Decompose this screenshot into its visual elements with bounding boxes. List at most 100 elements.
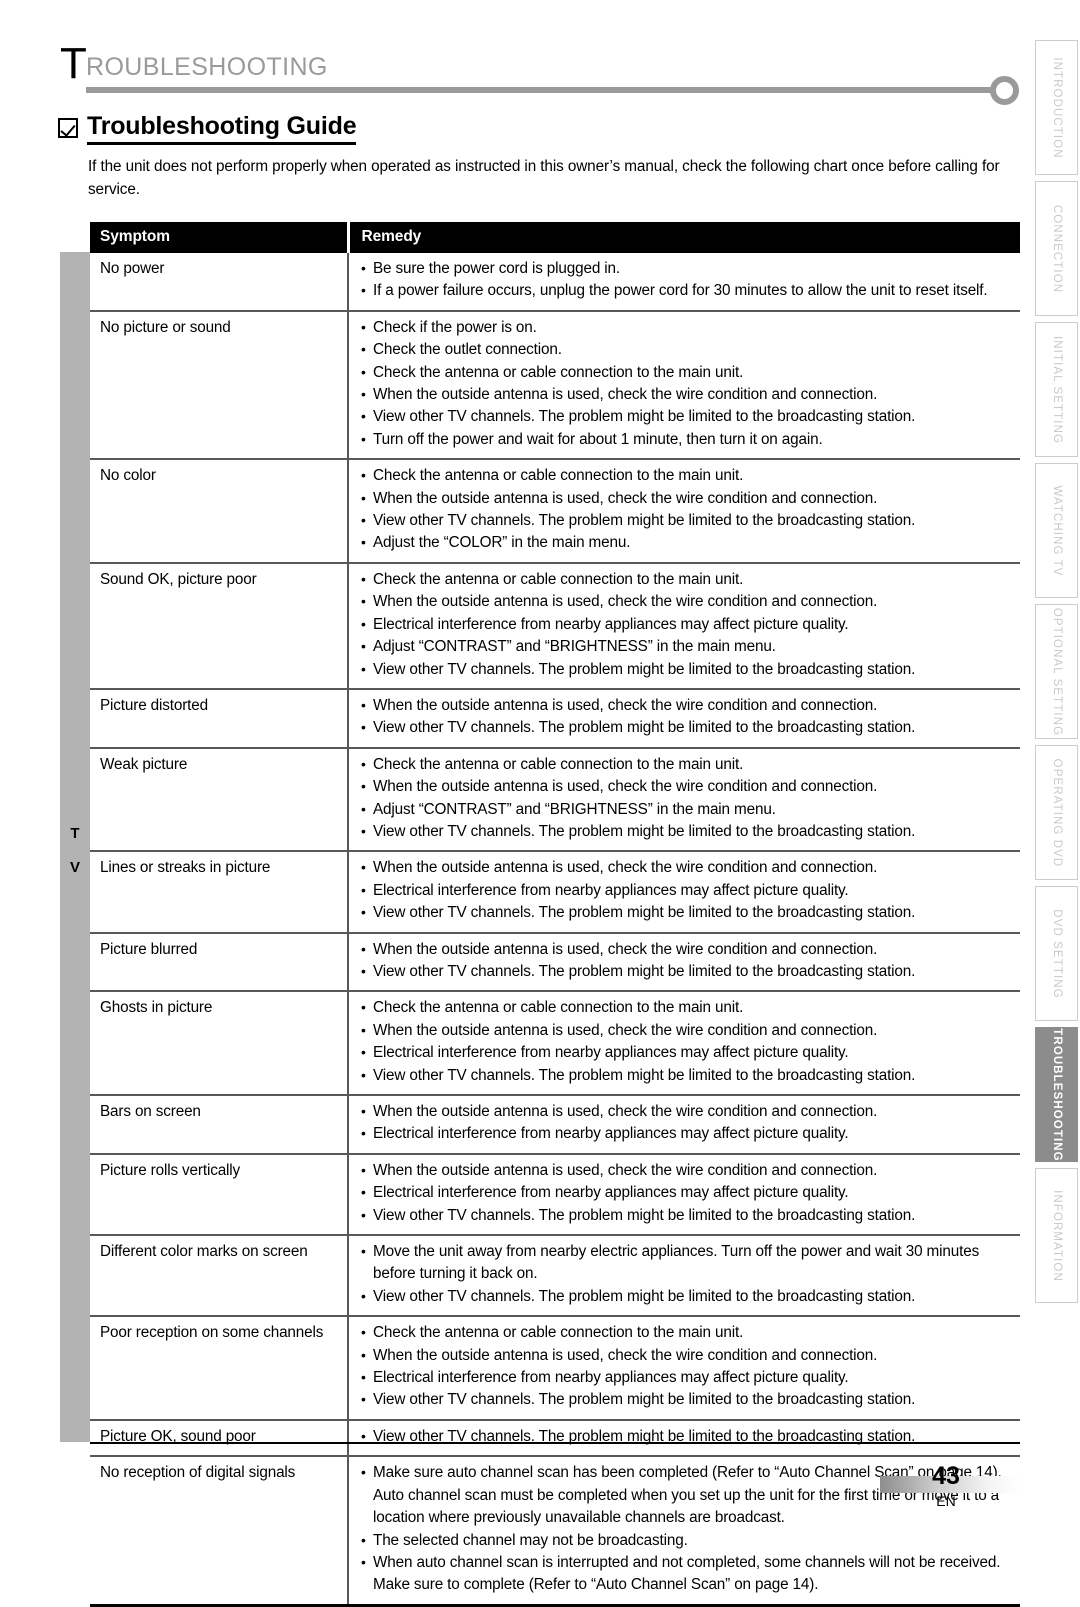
remedy-item: Electrical interference from nearby appl… (361, 1366, 1014, 1389)
remedy-item: View other TV channels. The problem migh… (361, 1285, 1014, 1308)
intro-paragraph: If the unit does not perform properly wh… (88, 158, 1000, 198)
page-number: 43 (932, 1462, 960, 1490)
remedy-item: Check the antenna or cable connection to… (361, 464, 1014, 487)
side-tab-label: OPTIONAL SETTING (1050, 607, 1063, 736)
remedy-list: When the outside antenna is used, check … (361, 1159, 1014, 1227)
symptom-cell: Bars on screen (90, 1095, 349, 1155)
side-strip-label-line1: T (70, 825, 80, 842)
remedy-list: When the outside antenna is used, check … (361, 856, 1014, 924)
symptom-cell: No color (90, 459, 349, 564)
table-row: Bars on screen When the outside antenna i… (90, 1095, 1020, 1155)
table-header-row: Symptom Remedy (90, 222, 1020, 253)
remedy-list: Move the unit away from nearby electric … (361, 1240, 1014, 1308)
table-row: Sound OK, picture poor Check the antenna … (90, 562, 1020, 690)
symptom-cell: Picture blurred (90, 932, 349, 993)
side-tab-connection[interactable]: CONNECTION (1035, 181, 1078, 316)
remedy-item: Be sure the power cord is plugged in. (361, 257, 1014, 280)
side-tab-optional-setting[interactable]: OPTIONAL SETTING (1035, 604, 1078, 739)
remedy-cell: Check the antenna or cable connection to… (348, 991, 1020, 1096)
column-header-symptom: Symptom (90, 222, 348, 253)
remedy-item: Adjust the “COLOR” in the main menu. (361, 531, 1014, 554)
remedy-item: When the outside antenna is used, check … (361, 1344, 1014, 1367)
remedy-item: When the outside antenna is used, check … (361, 775, 1014, 798)
remedy-item: Electrical interference from nearby appl… (361, 879, 1014, 902)
remedy-item: Turn off the power and wait for about 1 … (361, 428, 1014, 451)
remedy-list: Check the antenna or cable connection to… (361, 568, 1014, 681)
table-row: Weak picture Check the antenna or cable c… (90, 747, 1020, 853)
remedy-item: When auto channel scan is interrupted an… (361, 1551, 1014, 1597)
table-row: Picture OK, sound poor View other TV chan… (90, 1419, 1020, 1458)
side-strip: T V (60, 252, 90, 1442)
table-row: No power Be sure the power cord is plugge… (90, 253, 1020, 312)
troubleshooting-table: Symptom Remedy No power Be sure the power… (90, 222, 1020, 1607)
footer-language-code: EN (936, 1493, 956, 1509)
checkbox-checked-icon (58, 118, 78, 138)
table-head: Symptom Remedy (90, 222, 1020, 253)
remedy-item: View other TV channels. The problem migh… (361, 657, 1014, 681)
symptom-cell: Ghosts in picture (90, 991, 349, 1096)
remedy-item: When the outside antenna is used, check … (361, 694, 1014, 717)
side-tab-dvd-setting[interactable]: DVD SETTING (1035, 886, 1078, 1021)
remedy-item: View other TV channels. The problem migh… (361, 960, 1014, 983)
remedy-item: View other TV channels. The problem migh… (361, 820, 1014, 843)
remedy-list: Check the antenna or cable connection to… (361, 464, 1014, 555)
remedy-item: Check the antenna or cable connection to… (361, 568, 1014, 591)
remedy-item: When the outside antenna is used, check … (361, 590, 1014, 613)
side-tab-introduction[interactable]: INTRODUCTION (1035, 40, 1078, 175)
remedy-item: Check the outlet connection. (361, 338, 1014, 361)
remedy-list: Check if the power is on.Check the outle… (361, 316, 1014, 451)
table-row: Ghosts in picture Check the antenna or ca… (90, 991, 1020, 1096)
chapter-rule (86, 87, 996, 93)
remedy-item: View other TV channels. The problem migh… (361, 405, 1014, 428)
remedy-item: Check if the power is on. (361, 316, 1014, 339)
symptom-cell: Weak picture (90, 747, 349, 853)
remedy-item: View other TV channels. The problem migh… (361, 1204, 1014, 1227)
chapter-title-text: ROUBLESHOOTING (86, 53, 328, 81)
remedy-item: When the outside antenna is used, check … (361, 938, 1014, 961)
side-tab-label: DVD SETTING (1050, 908, 1063, 999)
remedy-item: The selected channel may not be broadcas… (361, 1528, 1014, 1552)
table-row: Different color marks on screen Move the … (90, 1235, 1020, 1318)
remedy-item: When the outside antenna is used, check … (361, 383, 1014, 406)
remedy-item: View other TV channels. The problem migh… (361, 901, 1014, 924)
remedy-cell: Check the antenna or cable connection to… (348, 1316, 1020, 1421)
side-tab-information[interactable]: INFORMATION (1035, 1168, 1078, 1303)
side-tab-label: INITIAL SETTING (1050, 335, 1063, 444)
remedy-item: When the outside antenna is used, check … (361, 1100, 1014, 1123)
symptom-cell: No power (90, 253, 349, 312)
remedy-cell: When the outside antenna is used, check … (348, 1153, 1020, 1237)
table-row: Poor reception on some channels Check the… (90, 1316, 1020, 1421)
remedy-cell: Be sure the power cord is plugged in.If … (348, 253, 1020, 312)
table-body: No power Be sure the power cord is plugge… (90, 253, 1020, 1607)
remedy-cell: View other TV channels. The problem migh… (348, 1419, 1020, 1458)
remedy-item: Electrical interference from nearby appl… (361, 1041, 1014, 1064)
table-row: Picture distorted When the outside antenn… (90, 688, 1020, 749)
side-tab-label: TROUBLESHOOTING (1050, 1027, 1063, 1162)
remedy-item: Electrical interference from nearby appl… (361, 1181, 1014, 1204)
remedy-cell: When the outside antenna is used, check … (348, 932, 1020, 993)
remedy-item: View other TV channels. The problem migh… (361, 1425, 1014, 1448)
remedy-list: View other TV channels. The problem migh… (361, 1425, 1014, 1448)
side-tab-operating-dvd[interactable]: OPERATING DVD (1035, 745, 1078, 880)
side-tab-initial-setting[interactable]: INITIAL SETTING (1035, 322, 1078, 457)
remedy-item: View other TV channels. The problem migh… (361, 1388, 1014, 1411)
symptom-cell: Sound OK, picture poor (90, 562, 349, 690)
symptom-cell: Lines or streaks in picture (90, 851, 349, 934)
chapter-knob-icon (990, 76, 1019, 105)
remedy-item: When the outside antenna is used, check … (361, 856, 1014, 879)
symptom-cell: No picture or sound (90, 310, 349, 461)
remedy-item: Adjust “CONTRAST” and “BRIGHTNESS” in th… (361, 798, 1014, 821)
side-tab-watching-tv[interactable]: WATCHING TV (1035, 463, 1078, 598)
remedy-list: Be sure the power cord is plugged in.If … (361, 257, 1014, 303)
side-tab-troubleshooting[interactable]: TROUBLESHOOTING (1035, 1027, 1078, 1162)
section-heading: Troubleshooting Guide (58, 110, 357, 146)
remedy-item: When the outside antenna is used, check … (361, 487, 1014, 510)
side-strip-label-line2: V (69, 859, 80, 876)
symptom-cell: Poor reception on some channels (90, 1316, 349, 1421)
table-row: Lines or streaks in picture When the outs… (90, 851, 1020, 934)
table-row: No color Check the antenna or cable conne… (90, 459, 1020, 564)
remedy-cell: When the outside antenna is used, check … (348, 1095, 1020, 1155)
side-tab-label: INTRODUCTION (1050, 56, 1063, 159)
remedy-cell: Check the antenna or cable connection to… (348, 562, 1020, 690)
remedy-cell: Check if the power is on.Check the outle… (348, 310, 1020, 461)
